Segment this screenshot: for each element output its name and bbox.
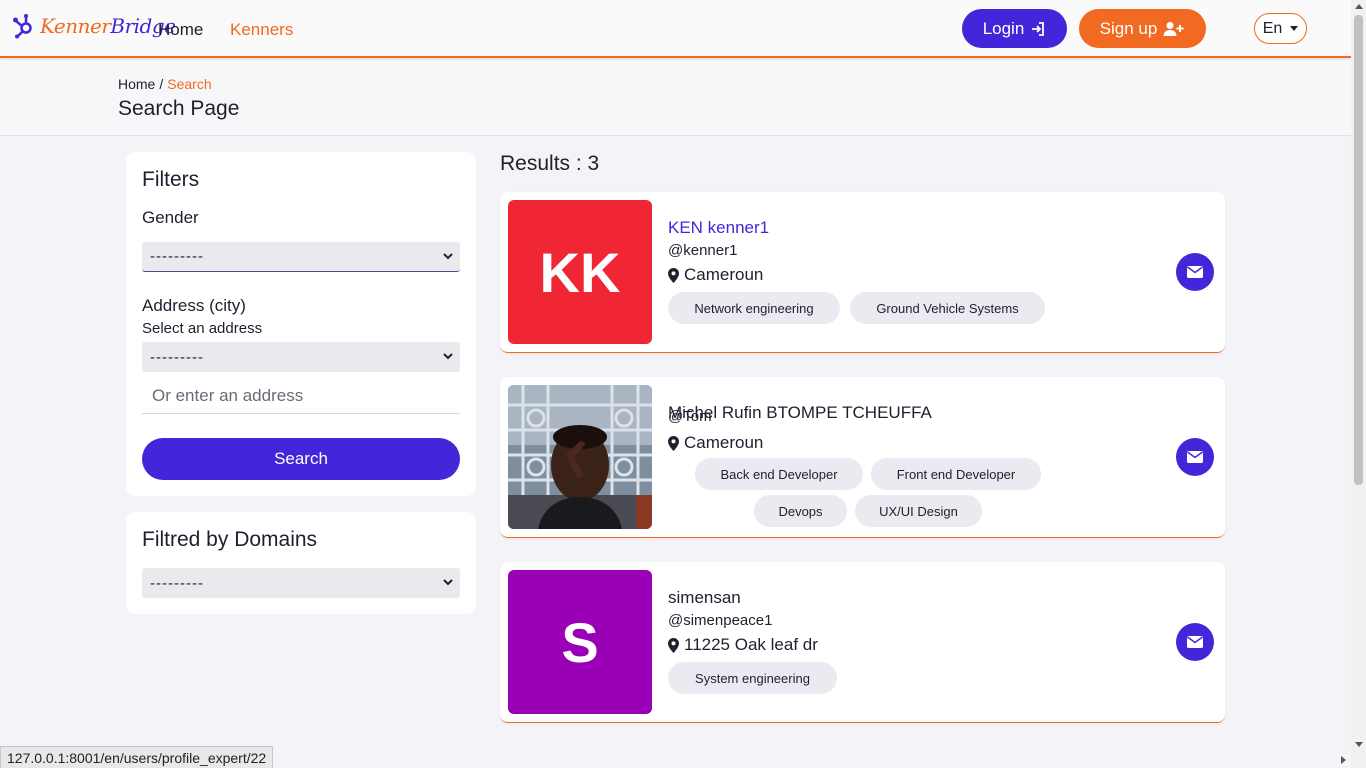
chevron-down-icon <box>443 579 453 586</box>
language-label: En <box>1262 19 1283 37</box>
expert-handle: @simenpeace1 <box>668 612 773 629</box>
map-pin-icon <box>668 637 679 653</box>
gender-select[interactable]: --------- <box>142 242 460 272</box>
avatar[interactable]: S <box>508 570 652 714</box>
scroll-up-icon[interactable] <box>1355 4 1363 9</box>
location-text: 11225 Oak leaf dr <box>684 635 818 654</box>
message-button[interactable] <box>1176 623 1214 661</box>
expert-location: Cameroun <box>668 433 763 453</box>
breadcrumb-current: Search <box>167 76 212 92</box>
expert-name-link[interactable]: simensan <box>668 588 741 608</box>
result-card: S simensan @simenpeace1 11225 Oak leaf d… <box>500 562 1225 723</box>
avatar-initials: S <box>561 610 599 674</box>
domain-tag[interactable]: System engineering <box>668 662 837 694</box>
domain-tag[interactable]: Devops <box>754 495 847 527</box>
search-button[interactable]: Search <box>142 438 460 480</box>
address-select[interactable]: --------- <box>142 342 460 372</box>
login-label: Login <box>982 18 1025 38</box>
page-header: Home / Search Search Page <box>0 60 1351 136</box>
hub-logo-icon <box>13 14 32 39</box>
domains-title: Filtred by Domains <box>142 528 318 551</box>
nav-home-link[interactable]: Home <box>158 20 203 40</box>
page-title: Search Page <box>118 97 240 120</box>
login-icon <box>1032 21 1045 36</box>
avatar-photo[interactable] <box>508 385 652 529</box>
caret-down-icon <box>1290 26 1299 31</box>
domain-tag[interactable]: UX/UI Design <box>855 495 982 527</box>
domains-card: Filtred by Domains --------- <box>126 512 476 614</box>
breadcrumb-separator: / <box>159 76 164 92</box>
language-dropdown[interactable]: En <box>1254 13 1307 44</box>
chevron-down-icon <box>443 353 453 360</box>
message-button[interactable] <box>1176 438 1214 476</box>
breadcrumb: Home / Search <box>118 76 212 92</box>
result-card: KK KEN kenner1 @kenner1 Cameroun Network… <box>500 192 1225 353</box>
expert-name-link[interactable]: KEN kenner1 <box>668 218 769 238</box>
results-count: Results : 3 <box>500 152 600 175</box>
filters-title: Filters <box>142 168 200 191</box>
location-text: Cameroun <box>684 265 764 284</box>
chevron-down-icon <box>443 253 453 260</box>
expert-location: 11225 Oak leaf dr <box>668 635 818 655</box>
address-select-value: --------- <box>150 348 204 366</box>
navbar: KennerBridge Home Kenners Login Sign up … <box>0 0 1351 58</box>
address-sublabel: Select an address <box>142 320 263 337</box>
map-pin-icon <box>668 267 679 283</box>
avatar[interactable]: KK <box>508 200 652 344</box>
expert-handle: @Tom <box>668 408 712 425</box>
nav-kenners-link[interactable]: Kenners <box>230 20 293 40</box>
domain-tag[interactable]: Ground Vehicle Systems <box>850 292 1045 324</box>
signup-button[interactable]: Sign up <box>1079 9 1206 48</box>
expert-location: Cameroun <box>668 265 763 285</box>
scroll-down-icon[interactable] <box>1355 742 1363 747</box>
scroll-thumb[interactable] <box>1354 15 1363 485</box>
user-plus-icon <box>1163 21 1184 36</box>
result-card: Michel Rufin BTOMPE TCHEUFFA @Tom Camero… <box>500 377 1225 538</box>
envelope-icon <box>1187 266 1203 278</box>
signup-label: Sign up <box>1099 18 1158 38</box>
domains-select-value: --------- <box>150 574 204 592</box>
gender-select-value: --------- <box>150 248 204 265</box>
location-text: Cameroun <box>684 433 764 452</box>
domains-select[interactable]: --------- <box>142 568 460 598</box>
scroll-right-icon[interactable] <box>1341 756 1346 764</box>
domain-tag[interactable]: Back end Developer <box>695 458 863 490</box>
brand-text-kenner: Kenner <box>40 14 111 38</box>
address-input[interactable] <box>142 378 460 414</box>
map-pin-icon <box>668 435 679 451</box>
status-url-bar: 127.0.0.1:8001/en/users/profile_expert/2… <box>0 746 274 768</box>
gender-label: Gender <box>142 208 199 227</box>
brand-logo[interactable]: KennerBridge <box>12 13 176 39</box>
profile-photo <box>508 385 652 529</box>
envelope-icon <box>1187 451 1203 463</box>
avatar-initials: KK <box>539 240 621 304</box>
vertical-scrollbar[interactable] <box>1351 0 1366 768</box>
message-button[interactable] <box>1176 253 1214 291</box>
login-button[interactable]: Login <box>962 9 1067 48</box>
filters-card: Filters Gender --------- Address (city) … <box>126 152 476 496</box>
envelope-icon <box>1187 636 1203 648</box>
expert-handle: @kenner1 <box>668 242 738 259</box>
domain-tag[interactable]: Network engineering <box>668 292 840 324</box>
address-label: Address (city) <box>142 296 246 315</box>
breadcrumb-home[interactable]: Home <box>118 76 155 92</box>
domain-tag[interactable]: Front end Developer <box>871 458 1041 490</box>
